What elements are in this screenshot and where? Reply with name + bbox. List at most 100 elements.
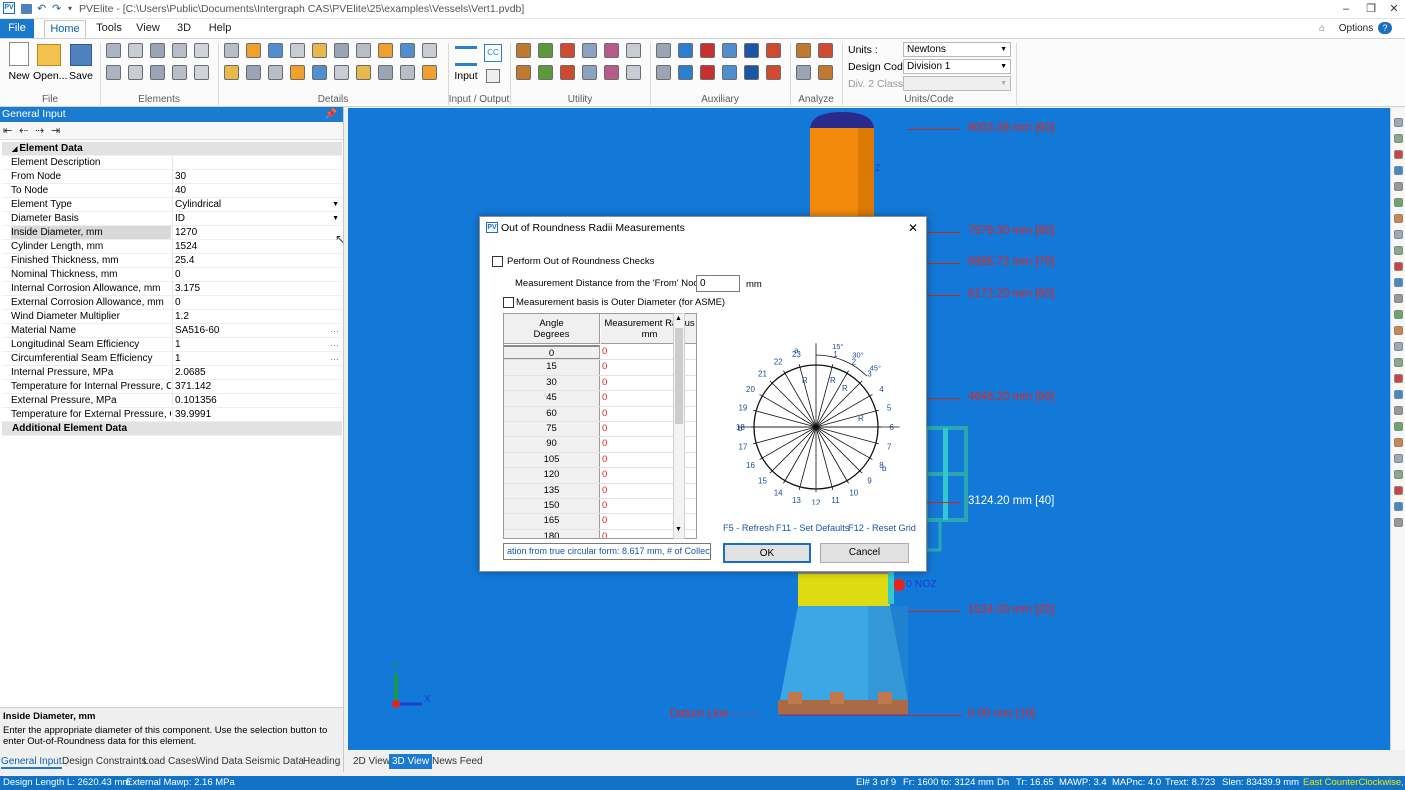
element-tool-icon[interactable] (128, 43, 143, 58)
output-icon[interactable] (486, 69, 500, 83)
tab-file[interactable]: File (0, 19, 34, 38)
detail-tool-icon[interactable] (378, 43, 393, 58)
property-row[interactable]: Inside Diameter, mm 1270 (2, 226, 342, 240)
detail-tool-icon[interactable] (334, 43, 349, 58)
element-tool-icon[interactable] (172, 65, 187, 80)
utility-tool-icon[interactable] (604, 65, 619, 80)
chevron-down-icon[interactable]: ▼ (332, 212, 339, 225)
table-row[interactable]: 45 0 (504, 391, 696, 407)
radius-cell[interactable]: 0 (602, 407, 607, 422)
property-value[interactable]: 39.9991 (172, 408, 342, 422)
utility-tool-icon[interactable] (538, 43, 553, 58)
property-row[interactable]: Cylinder Length, mm 1524 (2, 240, 342, 254)
view-tool-icon[interactable] (1394, 374, 1403, 383)
utility-tool-icon[interactable] (582, 43, 597, 58)
element-tool-icon[interactable] (150, 43, 165, 58)
utility-tool-icon[interactable] (582, 65, 597, 80)
property-value[interactable]: 40 (172, 184, 342, 198)
table-row[interactable]: 165 0 (504, 514, 696, 530)
property-value[interactable]: 1524 (172, 240, 342, 254)
customize-quick-access-icon[interactable]: ▾ (68, 2, 72, 16)
radius-cell[interactable]: 0 (602, 391, 607, 406)
cc-icon[interactable]: CC (484, 44, 502, 62)
detail-tool-icon[interactable] (290, 43, 305, 58)
property-value[interactable]: 371.142 (172, 380, 342, 394)
utility-tool-icon[interactable] (626, 65, 641, 80)
element-tool-icon[interactable] (194, 43, 209, 58)
property-value[interactable]: 0 (172, 268, 342, 282)
view-tool-icon[interactable] (1394, 166, 1403, 175)
property-row[interactable]: Additional Element Data (2, 422, 342, 436)
property-value[interactable]: 0.101356 (172, 394, 342, 408)
view-tool-icon[interactable] (1394, 406, 1403, 415)
tab-help[interactable]: Help (203, 20, 237, 38)
utility-tool-icon[interactable] (560, 65, 575, 80)
detail-tool-icon[interactable] (356, 65, 371, 80)
detail-tool-icon[interactable] (290, 65, 305, 80)
tab-3d-view[interactable]: 3D View (389, 754, 433, 769)
dialog-close-icon[interactable]: ✕ (908, 217, 918, 239)
detail-tool-icon[interactable] (422, 43, 437, 58)
property-row[interactable]: Temperature for External Pressure, C 39.9… (2, 408, 342, 422)
property-row[interactable]: Wind Diameter Multiplier 1.2 (2, 310, 342, 324)
view-tool-icon[interactable] (1394, 182, 1403, 191)
detail-tool-icon[interactable] (224, 65, 239, 80)
input-button[interactable]: Input (452, 42, 480, 82)
auxiliary-tool-icon[interactable] (722, 43, 737, 58)
property-row[interactable]: To Node 40 (2, 184, 342, 198)
element-tool-icon[interactable] (150, 65, 165, 80)
tab-2d-view[interactable]: 2D View (350, 754, 393, 769)
detail-tool-icon[interactable] (312, 65, 327, 80)
analyze-tool-icon[interactable] (818, 65, 833, 80)
first-element-icon[interactable]: ⇤ (3, 124, 12, 137)
units-select[interactable]: Newtons ▼ (903, 42, 1011, 57)
utility-tool-icon[interactable] (516, 43, 531, 58)
view-tool-icon[interactable] (1394, 390, 1403, 399)
property-row[interactable]: ◢ Element Data (2, 142, 342, 156)
radius-cell[interactable]: 0 (602, 376, 607, 391)
element-tool-icon[interactable] (194, 65, 209, 80)
view-tool-icon[interactable] (1394, 150, 1403, 159)
auxiliary-tool-icon[interactable] (678, 65, 693, 80)
tab-load-cases[interactable]: Load Cases (143, 756, 196, 767)
property-row[interactable]: Element Type Cylindrical ▼ (2, 198, 342, 212)
auxiliary-tool-icon[interactable] (722, 65, 737, 80)
detail-tool-icon[interactable] (356, 43, 371, 58)
property-row[interactable]: Element Description (2, 156, 342, 170)
property-row[interactable]: Finished Thickness, mm 25.4 (2, 254, 342, 268)
ellipsis-button[interactable]: … (330, 323, 339, 336)
view-tool-icon[interactable] (1394, 294, 1403, 303)
pin-icon[interactable]: 📌 (325, 107, 337, 122)
auxiliary-tool-icon[interactable] (766, 43, 781, 58)
utility-tool-icon[interactable] (516, 65, 531, 80)
view-tool-icon[interactable] (1394, 278, 1403, 287)
close-button[interactable]: ✕ (1383, 1, 1405, 17)
radius-cell[interactable]: 0 (602, 499, 607, 514)
property-row[interactable]: External Corrosion Allowance, mm 0 (2, 296, 342, 310)
view-tool-icon[interactable] (1394, 262, 1403, 271)
tab-view[interactable]: View (131, 20, 165, 38)
property-value[interactable]: ID ▼ (172, 212, 342, 226)
options-menu[interactable]: Options (1335, 20, 1377, 38)
tab-heading[interactable]: Heading (303, 756, 340, 767)
detail-tool-icon[interactable] (378, 65, 393, 80)
detail-tool-icon[interactable] (246, 43, 261, 58)
help-icon[interactable]: ? (1378, 22, 1392, 34)
table-row[interactable]: 135 0 (504, 483, 696, 499)
auxiliary-tool-icon[interactable] (766, 65, 781, 80)
utility-tool-icon[interactable] (560, 43, 575, 58)
property-value[interactable]: Cylindrical ▼ (172, 198, 342, 212)
view-tool-icon[interactable] (1394, 422, 1403, 431)
element-tool-icon[interactable] (128, 65, 143, 80)
property-value[interactable]: 30 (172, 170, 342, 184)
chevron-down-icon[interactable]: ▼ (332, 198, 339, 211)
scroll-down-icon[interactable]: ▼ (675, 526, 682, 533)
view-tool-icon[interactable] (1394, 230, 1403, 239)
analyze-tool-icon[interactable] (818, 43, 833, 58)
auxiliary-tool-icon[interactable] (744, 65, 759, 80)
property-row[interactable]: Longitudinal Seam Efficiency 1… (2, 338, 342, 352)
radius-cell[interactable]: 0 (602, 422, 607, 437)
redo-icon[interactable]: ↷ (52, 2, 61, 16)
radius-cell[interactable]: 0 (602, 360, 607, 375)
div2-class-select[interactable]: ▼ (903, 76, 1011, 91)
